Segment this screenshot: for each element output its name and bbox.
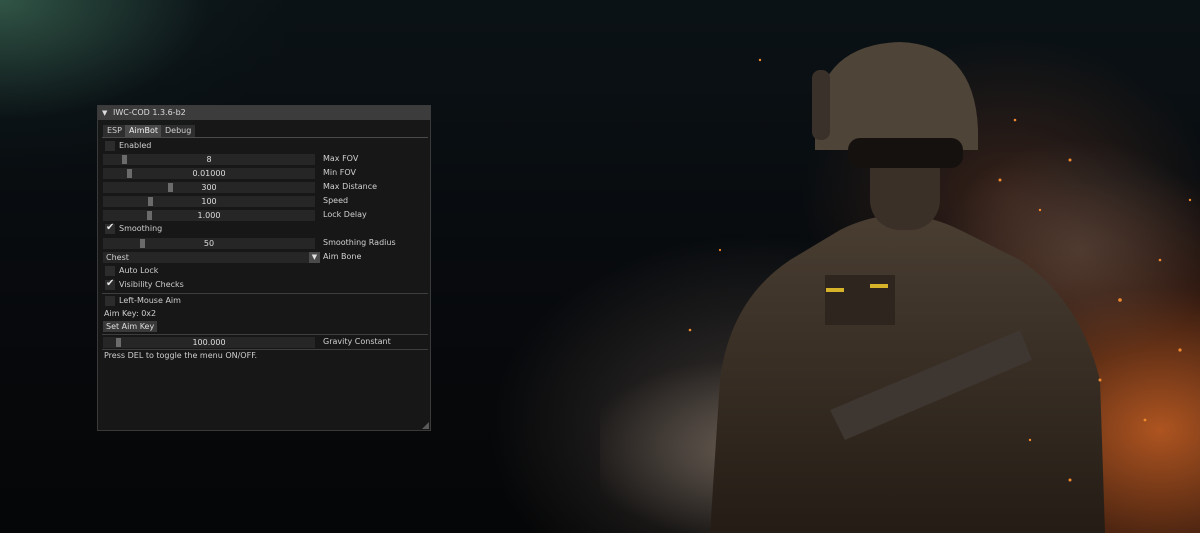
aim-bone-combo[interactable]: Chest ▼ xyxy=(103,252,320,263)
max-distance-row: 300 Max Distance xyxy=(98,181,430,193)
left-mouse-aim-checkbox[interactable] xyxy=(105,296,115,306)
min-fov-row: 0.01000 Min FOV xyxy=(98,167,430,179)
gravity-constant-row: 100.000 Gravity Constant xyxy=(98,336,430,348)
left-mouse-aim-label: Left-Mouse Aim xyxy=(119,296,181,305)
max-distance-label: Max Distance xyxy=(323,182,378,191)
max-distance-slider[interactable]: 300 xyxy=(103,182,315,193)
smoothing-checkbox[interactable]: ✔ xyxy=(105,222,115,234)
smoothing-radius-label: Smoothing Radius xyxy=(323,238,396,247)
speed-row: 100 Speed xyxy=(98,195,430,207)
smoothing-row: ✔ Smoothing xyxy=(98,222,430,235)
speed-value: 100 xyxy=(201,197,217,206)
tab-esp[interactable]: ESP xyxy=(103,125,126,137)
checkmark-icon: ✔ xyxy=(106,222,115,233)
enabled-label: Enabled xyxy=(119,141,152,150)
speed-label: Speed xyxy=(323,196,349,205)
smoothing-radius-slider[interactable]: 50 xyxy=(103,238,315,249)
menu-titlebar[interactable]: ▼ IWC-COD 1.3.6-b2 xyxy=(98,106,430,120)
menu-footer-hint: Press DEL to toggle the menu ON/OFF. xyxy=(104,351,258,360)
lock-delay-value: 1.000 xyxy=(197,211,221,220)
left-mouse-aim-row: Left-Mouse Aim xyxy=(98,295,430,307)
dropdown-arrow-icon[interactable]: ▼ xyxy=(309,252,320,263)
min-fov-value: 0.01000 xyxy=(192,169,226,178)
soldier-artwork xyxy=(600,42,1200,533)
tab-debug[interactable]: Debug xyxy=(161,125,196,137)
aim-bone-row: Chest ▼ Aim Bone xyxy=(98,251,430,263)
separator xyxy=(102,334,428,335)
enabled-row: Enabled xyxy=(98,140,430,152)
min-fov-slider[interactable]: 0.01000 xyxy=(103,168,315,179)
max-fov-value: 8 xyxy=(206,155,212,164)
smoothing-radius-row: 50 Smoothing Radius xyxy=(98,237,430,249)
gravity-constant-slider[interactable]: 100.000 xyxy=(103,337,315,348)
max-fov-row: 8 Max FOV xyxy=(98,153,430,165)
collapse-arrow-icon[interactable]: ▼ xyxy=(102,106,107,120)
visibility-checks-row: ✔ Visibility Checks xyxy=(98,278,430,291)
visibility-checks-checkbox[interactable]: ✔ xyxy=(105,278,115,290)
aimbot-menu-window: ▼ IWC-COD 1.3.6-b2 ESP AimBot Debug Enab… xyxy=(97,105,431,431)
aim-key-text: Aim Key: 0x2 xyxy=(104,309,157,318)
lock-delay-label: Lock Delay xyxy=(323,210,367,219)
visibility-checks-label: Visibility Checks xyxy=(119,280,184,289)
aim-bone-label: Aim Bone xyxy=(323,252,362,261)
gravity-constant-value: 100.000 xyxy=(192,338,226,347)
lock-delay-slider[interactable]: 1.000 xyxy=(103,210,315,221)
auto-lock-label: Auto Lock xyxy=(119,266,159,275)
aim-bone-value: Chest xyxy=(106,253,129,262)
speed-slider[interactable]: 100 xyxy=(103,196,315,207)
tab-underline xyxy=(102,137,428,138)
lock-delay-row: 1.000 Lock Delay xyxy=(98,209,430,221)
gravity-constant-label: Gravity Constant xyxy=(323,337,391,346)
max-fov-slider[interactable]: 8 xyxy=(103,154,315,165)
smoothing-label: Smoothing xyxy=(119,224,163,233)
menu-title: IWC-COD 1.3.6-b2 xyxy=(113,108,186,117)
enabled-checkbox[interactable] xyxy=(105,141,115,151)
auto-lock-checkbox[interactable] xyxy=(105,266,115,276)
resize-grip-icon[interactable] xyxy=(422,422,429,429)
auto-lock-row: Auto Lock xyxy=(98,265,430,277)
tab-aimbot[interactable]: AimBot xyxy=(125,125,163,137)
separator xyxy=(102,293,428,294)
min-fov-label: Min FOV xyxy=(323,168,356,177)
max-distance-value: 300 xyxy=(201,183,217,192)
max-fov-label: Max FOV xyxy=(323,154,359,163)
set-aim-key-button[interactable]: Set Aim Key xyxy=(103,321,158,332)
smoothing-radius-value: 50 xyxy=(203,239,215,248)
checkmark-icon: ✔ xyxy=(106,278,115,289)
